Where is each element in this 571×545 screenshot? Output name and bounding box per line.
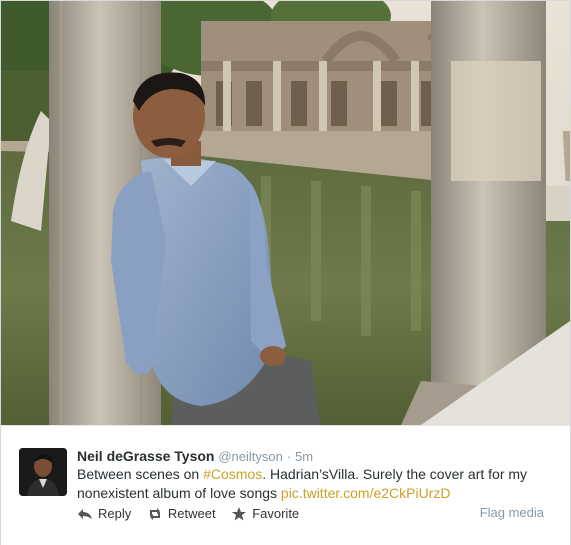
media-link[interactable]: pic.twitter.com/e2CkPiUrzD — [281, 485, 451, 501]
header-separator: · — [286, 449, 292, 464]
retweet-label: Retweet — [167, 506, 216, 521]
retweet-button[interactable]: Retweet — [147, 506, 216, 521]
tweet-header: Neil deGrasse Tyson @neiltyson · 5m — [77, 447, 313, 466]
tweet-actions: Reply Retweet Favorite — [77, 506, 311, 524]
favorite-button[interactable]: Favorite — [231, 506, 299, 521]
avatar-image — [19, 448, 67, 496]
reply-icon — [78, 508, 92, 519]
tweet-timestamp[interactable]: 5m — [295, 449, 313, 464]
reply-label: Reply — [98, 506, 132, 521]
flag-media-link[interactable]: Flag media — [480, 505, 544, 520]
tweet-text-start: Between scenes on — [77, 466, 204, 482]
tweet-text: Between scenes on #Cosmos. Hadrian’sVill… — [77, 465, 557, 503]
retweet-icon — [149, 507, 160, 520]
tweet-details: Neil deGrasse Tyson @neiltyson · 5m Betw… — [1, 425, 570, 545]
author-handle[interactable]: @neiltyson — [218, 449, 283, 464]
avatar[interactable] — [19, 448, 67, 496]
tweet-card: Neil deGrasse Tyson @neiltyson · 5m Betw… — [0, 0, 571, 545]
favorite-label: Favorite — [252, 506, 300, 521]
photo-image — [1, 1, 570, 425]
hashtag-link[interactable]: #Cosmos — [203, 466, 262, 482]
star-icon — [232, 506, 247, 520]
author-name[interactable]: Neil deGrasse Tyson — [77, 448, 214, 464]
tweet-photo[interactable] — [1, 1, 570, 425]
reply-button[interactable]: Reply — [77, 506, 131, 521]
